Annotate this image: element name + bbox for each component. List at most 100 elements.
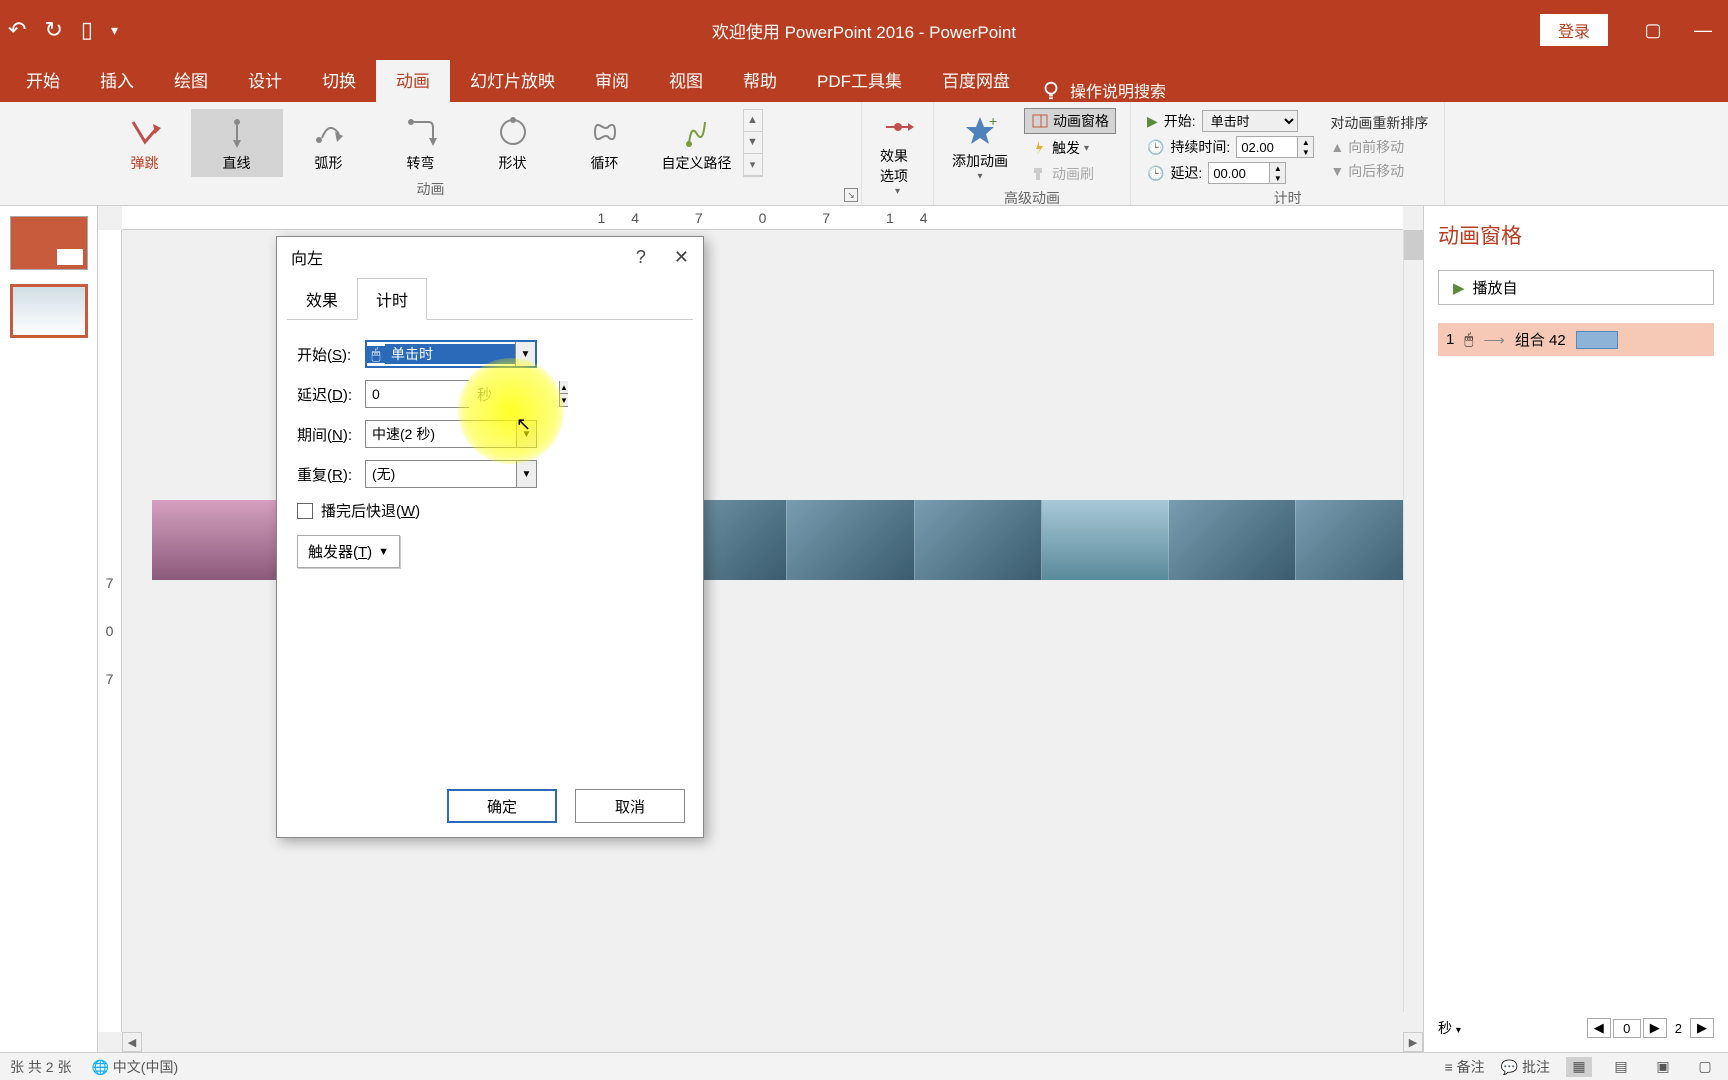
delay-spinner[interactable]: ▲▼: [1208, 162, 1286, 184]
tab-slideshow[interactable]: 幻灯片放映: [450, 57, 575, 102]
dialog-start-combo[interactable]: 🖱 单击时 ▼: [365, 340, 537, 368]
gallery-line[interactable]: 直线: [191, 109, 283, 177]
turn-icon: [403, 114, 439, 150]
tab-animations[interactable]: 动画: [376, 57, 450, 102]
login-button[interactable]: 登录: [1540, 14, 1608, 46]
play-from-button[interactable]: ▶ 播放自: [1438, 270, 1714, 305]
dialog-tab-timing[interactable]: 计时: [357, 278, 427, 320]
undo-icon[interactable]: ↶: [8, 17, 26, 43]
gallery-scroll-up[interactable]: ▲: [744, 110, 762, 132]
redo-icon[interactable]: ↻: [44, 17, 62, 43]
normal-view-icon[interactable]: ▦: [1566, 1057, 1592, 1077]
tab-insert[interactable]: 插入: [80, 57, 154, 102]
ribbon-group-animation: 弹跳 直线 弧形 转弯 形状 循环: [0, 102, 862, 205]
animation-painter-button[interactable]: 动画刷: [1024, 162, 1116, 186]
add-animation-button[interactable]: + 添加动画 ▾: [942, 106, 1018, 188]
gallery-bounce[interactable]: 弹跳: [99, 109, 191, 177]
close-icon[interactable]: ✕: [674, 247, 689, 268]
chevron-down-icon[interactable]: ▼: [516, 461, 536, 487]
timing-dialog: 向左 ? ✕ 效果 计时 开始(S): 🖱 单击时 ▼ 延迟(D): ▲▼ 秒: [276, 236, 704, 838]
reading-view-icon[interactable]: ▣: [1650, 1057, 1676, 1077]
dialog-titlebar[interactable]: 向左 ? ✕: [277, 237, 703, 277]
help-icon[interactable]: ?: [636, 247, 646, 268]
tab-pdf[interactable]: PDF工具集: [797, 57, 922, 102]
window-title: 欢迎使用 PowerPoint 2016 - PowerPoint: [712, 18, 1016, 43]
dialog-duration-combo[interactable]: 中速(2 秒) ▼: [365, 420, 537, 448]
tell-me-search[interactable]: 操作说明搜索: [1040, 78, 1166, 102]
dialog-repeat-label: 重复(R):: [297, 464, 365, 485]
page-prev[interactable]: ◀: [1587, 1018, 1611, 1038]
chevron-down-icon: ▼: [378, 546, 389, 558]
gallery-expand[interactable]: ▾: [744, 154, 762, 176]
dialog-delay-label: 延迟(D):: [297, 384, 365, 405]
trigger-button[interactable]: 触发 ▾: [1024, 136, 1116, 160]
ribbon-group-timing: ▶ 开始: 单击时 🕒 持续时间: ▲▼ 🕒 延迟:: [1131, 102, 1445, 205]
tab-baidu[interactable]: 百度网盘: [922, 57, 1030, 102]
gallery-scroll-down[interactable]: ▼: [744, 132, 762, 154]
animation-duration-bar[interactable]: [1576, 331, 1618, 349]
tab-review[interactable]: 审阅: [575, 57, 649, 102]
effect-options-button[interactable]: 效果选项 ▾: [870, 106, 925, 201]
cursor-icon: ↖: [516, 414, 531, 435]
chevron-down-icon[interactable]: ▼: [515, 342, 535, 366]
tab-draw[interactable]: 绘图: [154, 57, 228, 102]
start-select[interactable]: 单击时: [1202, 110, 1298, 132]
minimize-icon[interactable]: —: [1678, 10, 1728, 50]
scroll-right-icon[interactable]: ▶: [1403, 1032, 1423, 1052]
slideshow-view-icon[interactable]: ▢: [1692, 1057, 1718, 1077]
play-icon: ▶: [1147, 113, 1158, 130]
move-later-button[interactable]: ▼ 向后移动: [1330, 161, 1428, 181]
gallery-turn[interactable]: 转弯: [375, 109, 467, 177]
line-icon: [219, 114, 255, 150]
horizontal-scrollbar[interactable]: ◀ ▶: [122, 1032, 1423, 1052]
tab-transitions[interactable]: 切换: [302, 57, 376, 102]
notes-button[interactable]: ≡ 备注: [1445, 1057, 1485, 1077]
dialog-trigger-button[interactable]: 触发器(T) ▼: [297, 535, 400, 568]
gallery-arc[interactable]: 弧形: [283, 109, 375, 177]
slide-thumbnail-1[interactable]: [10, 216, 88, 270]
tab-design[interactable]: 设计: [228, 57, 302, 102]
svg-text:+: +: [989, 114, 997, 129]
animation-dialog-launcher[interactable]: ↘: [844, 188, 858, 202]
ok-button[interactable]: 确定: [447, 789, 557, 823]
rewind-checkbox[interactable]: [297, 503, 313, 519]
animation-item[interactable]: 1 🖱 ⟶ 组合 42: [1438, 323, 1714, 356]
animation-pane-button[interactable]: 动画窗格: [1024, 108, 1116, 134]
from-beginning-icon[interactable]: ▯: [81, 17, 93, 43]
dialog-title: 向左: [291, 245, 323, 269]
dialog-tabs: 效果 计时: [287, 277, 693, 320]
customize-qat-icon[interactable]: ▾: [111, 22, 118, 39]
ribbon-group-advanced: + 添加动画 ▾ 动画窗格 触发 ▾ 动画刷 高级动画: [934, 102, 1131, 205]
bulb-icon: [1040, 79, 1062, 101]
page-next-2[interactable]: ▶: [1690, 1018, 1714, 1038]
dialog-tab-effect[interactable]: 效果: [287, 278, 357, 320]
scroll-left-icon[interactable]: ◀: [122, 1032, 142, 1052]
tab-home[interactable]: 开始: [6, 57, 80, 102]
page-next-1[interactable]: ▶: [1643, 1018, 1667, 1038]
vertical-scrollbar[interactable]: [1403, 230, 1423, 1012]
dialog-start-label: 开始(S):: [297, 344, 365, 365]
custom-path-icon: [679, 114, 715, 150]
cancel-button[interactable]: 取消: [575, 789, 685, 823]
tab-help[interactable]: 帮助: [723, 57, 797, 102]
comments-button[interactable]: 💬 批注: [1501, 1057, 1550, 1077]
rewind-checkbox-row[interactable]: 播完后快退(W): [297, 500, 683, 521]
arc-icon: [311, 114, 347, 150]
gallery-shape[interactable]: 形状: [467, 109, 559, 177]
language-indicator[interactable]: 🌐 中文(中国): [91, 1057, 178, 1077]
bounce-icon: [127, 114, 163, 150]
move-earlier-button[interactable]: ▲ 向前移动: [1330, 137, 1428, 157]
tab-view[interactable]: 视图: [649, 57, 723, 102]
reorder-title: 对动画重新排序: [1330, 113, 1428, 133]
gallery-loop[interactable]: 循环: [559, 109, 651, 177]
duration-spinner[interactable]: ▲▼: [1236, 136, 1314, 158]
dialog-repeat-combo[interactable]: (无) ▼: [365, 460, 537, 488]
trigger-icon: [1030, 139, 1048, 157]
gallery-custom-path[interactable]: 自定义路径: [651, 109, 743, 177]
slide-thumbnail-2[interactable]: [10, 284, 88, 338]
ribbon-display-icon[interactable]: ▢: [1628, 10, 1678, 50]
page-current[interactable]: [1613, 1019, 1641, 1038]
dialog-delay-spinner[interactable]: ▲▼: [365, 380, 469, 408]
shape-icon: [495, 114, 531, 150]
sorter-view-icon[interactable]: ▤: [1608, 1057, 1634, 1077]
